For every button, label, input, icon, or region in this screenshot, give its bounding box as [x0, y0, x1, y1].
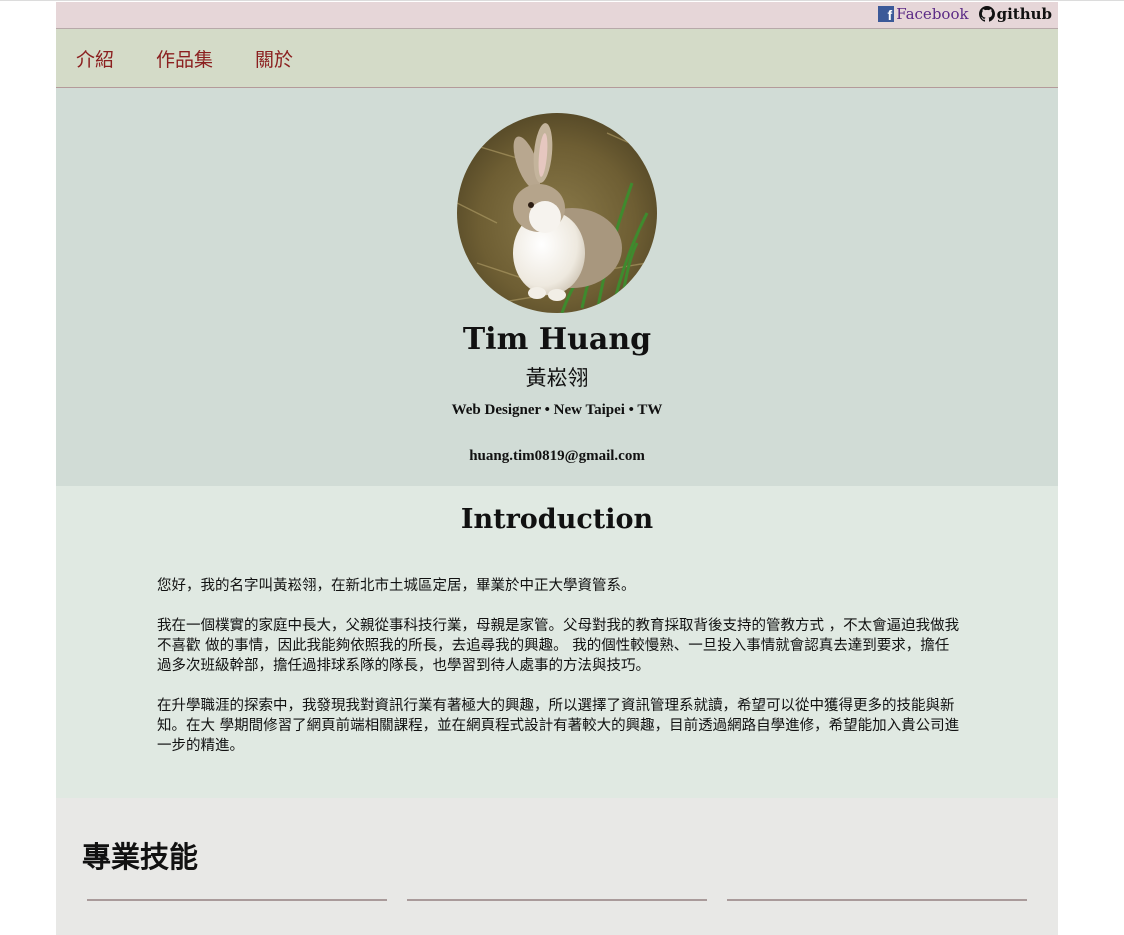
nav-item-portfolio[interactable]: 作品集	[156, 45, 213, 72]
intro-paragraph: 在升學職涯的探索中，我發現我對資訊行業有著極大的興趣，所以選擇了資訊管理系就讀，…	[157, 698, 960, 754]
github-icon	[978, 6, 995, 22]
profile-name-chinese: 黃崧翎	[525, 366, 589, 390]
social-bar: f Facebook github	[56, 2, 1058, 28]
introduction-body: 您好，我的名字叫黃崧翎，在新北市土城區定居，畢業於中正大學資管系。 我在一個樸實…	[157, 576, 963, 776]
nav-item-intro[interactable]: 介紹	[76, 45, 114, 72]
avatar	[457, 113, 657, 313]
social-links: f Facebook github	[878, 5, 1052, 23]
page: f Facebook github 介紹 作品集 關於 Tim Huang 黃崧…	[56, 2, 1058, 935]
skills-section: 專業技能	[56, 798, 1058, 935]
introduction-title: Introduction	[460, 504, 654, 535]
profile-email[interactable]: huang.tim0819@gmail.com	[56, 448, 1058, 465]
nav-item-about[interactable]: 關於	[255, 45, 293, 72]
facebook-link[interactable]: f Facebook	[878, 5, 969, 23]
top-divider	[0, 0, 1124, 1]
facebook-icon: f	[878, 6, 895, 22]
skill-card-divider	[87, 899, 387, 901]
facebook-label: Facebook	[896, 5, 969, 23]
github-label: github	[996, 5, 1052, 23]
rabbit-photo	[457, 113, 657, 313]
profile-hero: Tim Huang 黃崧翎 Web Designer • New Taipei …	[56, 88, 1058, 486]
github-link[interactable]: github	[978, 5, 1052, 23]
skills-title: 專業技能	[82, 840, 199, 874]
introduction-section: Introduction 您好，我的名字叫黃崧翎，在新北市土城區定居，畢業於中正…	[56, 486, 1058, 798]
profile-tagline: Web Designer • New Taipei • TW	[451, 402, 663, 418]
skill-card-divider	[727, 899, 1027, 901]
main-nav: 介紹 作品集 關於	[56, 28, 1058, 88]
skill-card-divider	[407, 899, 707, 901]
intro-paragraph: 我在一個樸實的家庭中長大，父親從事科技行業，母親是家管。父母對我的教育採取背後支…	[157, 618, 960, 674]
profile-name: Tim Huang	[462, 322, 652, 357]
intro-paragraph: 您好，我的名字叫黃崧翎，在新北市土城區定居，畢業於中正大學資管系。	[157, 578, 636, 594]
